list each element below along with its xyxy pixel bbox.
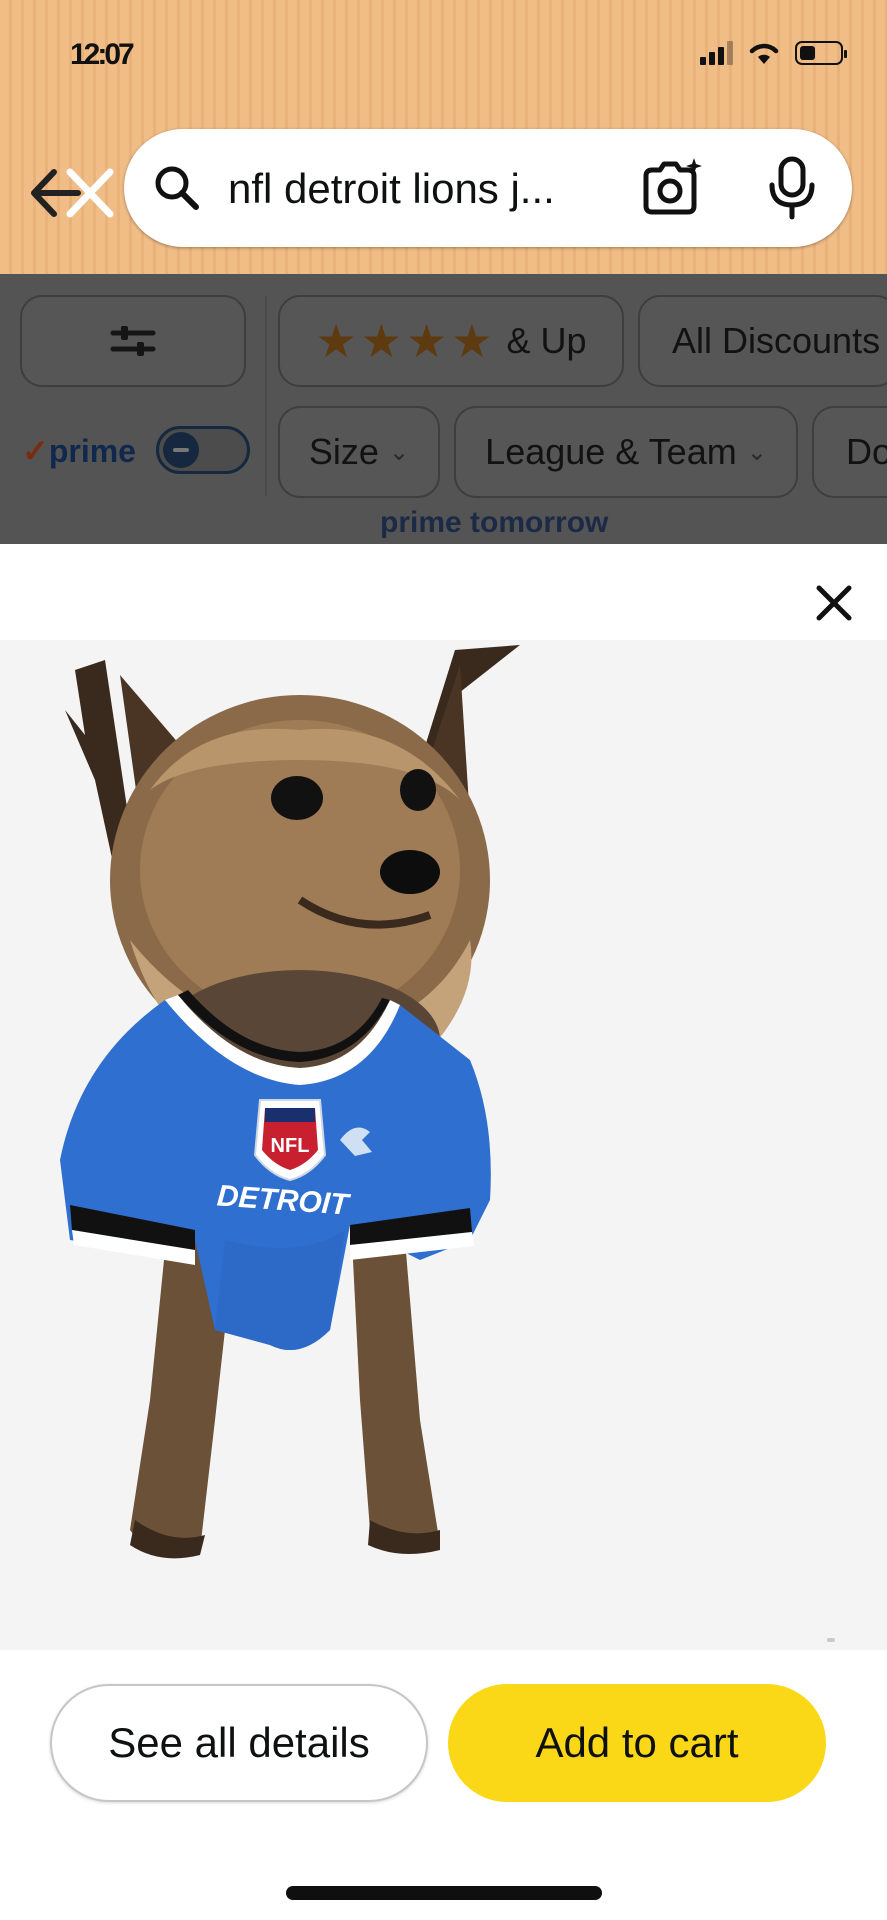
next-filter-chip[interactable]: Do xyxy=(812,406,887,498)
sliders-icon xyxy=(110,326,156,356)
discounts-filter-chip[interactable]: All Discounts xyxy=(638,295,887,387)
chevron-down-icon: ⌄ xyxy=(388,438,410,466)
toggle-knob xyxy=(163,432,199,468)
star-icon: ★ xyxy=(315,315,357,367)
league-team-filter-label: League & Team xyxy=(485,431,737,472)
league-team-filter-chip[interactable]: League & Team ⌄ xyxy=(454,406,798,498)
status-time: 12:07 xyxy=(70,38,135,71)
status-icons xyxy=(700,40,847,66)
close-icon[interactable] xyxy=(809,578,859,628)
prime-filter-label: ✓prime xyxy=(22,433,136,469)
star-icon: ★ xyxy=(451,315,493,367)
prime-check-icon: ✓ xyxy=(22,433,49,469)
see-all-details-button[interactable]: See all details xyxy=(50,1684,428,1802)
star-icon: ★ xyxy=(360,315,402,367)
home-indicator xyxy=(286,1886,602,1900)
chevron-down-icon: ⌄ xyxy=(746,438,767,466)
battery-icon xyxy=(795,41,847,65)
camera-icon[interactable] xyxy=(636,154,704,222)
nfl-logo-text: NFL xyxy=(271,1135,310,1157)
product-preview-sheet: NFL DETROIT See all details Add to cart xyxy=(0,550,887,1920)
product-image[interactable]: NFL DETROIT xyxy=(0,640,887,1650)
delivery-peek-text: prime tomorrow xyxy=(380,506,609,539)
rating-filter-chip[interactable]: ★ ★ ★ ★ & Up xyxy=(278,295,624,387)
rating-filter-label: & Up xyxy=(506,320,587,361)
filter-settings-button[interactable] xyxy=(20,295,246,387)
next-filter-label: Do xyxy=(846,431,887,472)
prime-toggle[interactable] xyxy=(156,426,250,474)
image-pager-dot xyxy=(827,1638,835,1642)
size-filter-label: Size xyxy=(308,431,379,472)
mic-icon[interactable] xyxy=(766,155,818,221)
cellular-signal-icon xyxy=(700,41,733,65)
discounts-filter-label: All Discounts xyxy=(672,320,881,361)
header: 12:07 nfl detroit lions j... xyxy=(0,0,887,274)
search-bar[interactable]: nfl detroit lions j... xyxy=(124,129,852,247)
add-to-cart-button[interactable]: Add to cart xyxy=(448,1684,826,1802)
search-icon xyxy=(155,166,199,210)
star-icon: ★ xyxy=(405,315,448,367)
filter-divider xyxy=(265,296,267,496)
wifi-icon xyxy=(749,43,779,64)
rating-stars: ★ ★ ★ ★ xyxy=(315,318,492,364)
size-filter-chip[interactable]: Size ⌄ xyxy=(278,406,440,498)
back-arrow-icon[interactable] xyxy=(26,162,118,224)
dog-in-jersey-illustration: NFL DETROIT xyxy=(60,645,520,1559)
